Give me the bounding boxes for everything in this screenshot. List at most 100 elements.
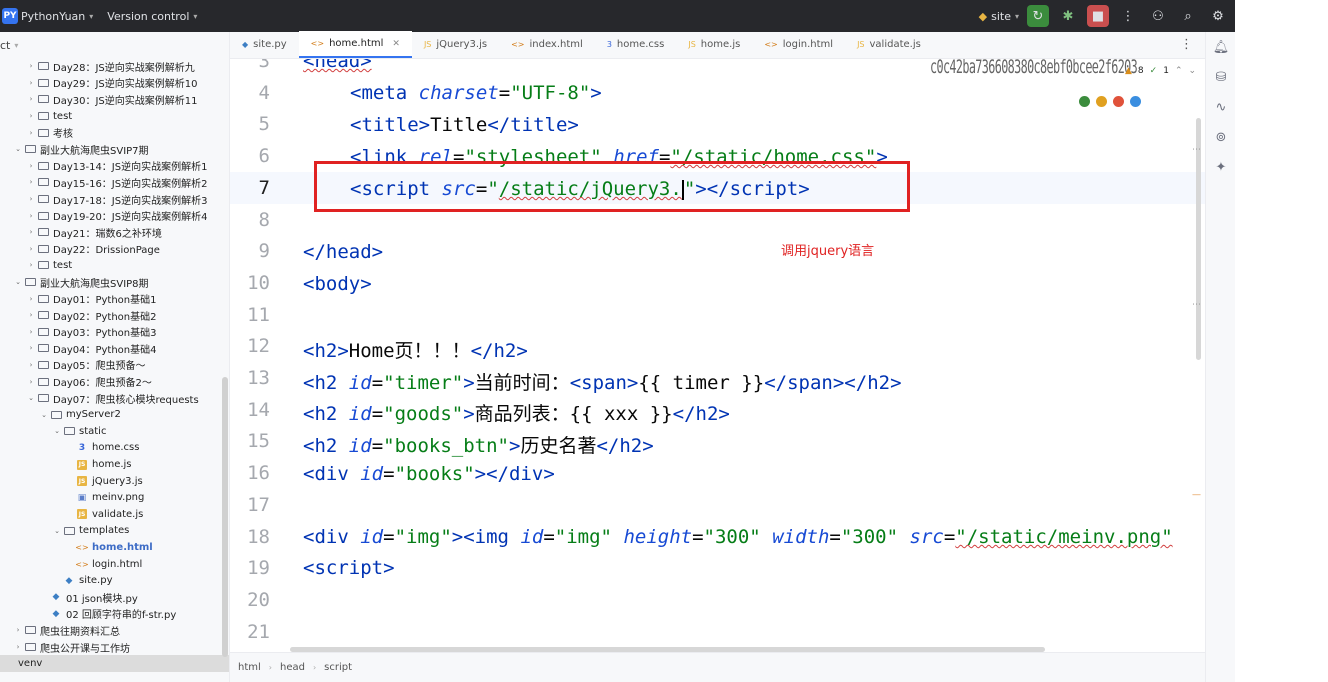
tree-folder[interactable]: ⌄ static [0, 423, 229, 440]
tree-file[interactable]: JS home.js [0, 456, 229, 473]
scientific-icon[interactable]: ∿ [1206, 92, 1236, 122]
tree-folder[interactable]: › Day03：Python基础3 [0, 324, 229, 341]
chevron-right-icon[interactable]: › [13, 626, 23, 634]
chevron-down-icon[interactable]: ⌄ [52, 527, 62, 535]
chevron-right-icon[interactable]: › [13, 643, 23, 651]
tree-folder[interactable]: › test [0, 108, 229, 125]
chrome-icon[interactable] [1096, 96, 1107, 107]
tree-folder[interactable]: ⌄ myServer2 [0, 406, 229, 423]
chevron-up-icon[interactable]: ⌃ [1175, 66, 1183, 76]
code-editor[interactable]: 3 4 5 6 7 8 9 10 11 12 13 14 15 16 17 18 19 20 21 <head> <… [230, 59, 1205, 652]
chevron-right-icon[interactable]: › [26, 178, 36, 186]
chevron-right-icon[interactable]: › [26, 112, 36, 120]
tree-folder[interactable]: › Day06：爬虫预备2～ [0, 373, 229, 390]
firefox-icon[interactable] [1113, 96, 1124, 107]
tree-file[interactable]: <> home.html [0, 539, 229, 556]
tree-file[interactable]: ◆ 02 回顾字符串的f-str.py [0, 606, 229, 623]
tab-index-html[interactable]: <> index.html [499, 31, 595, 58]
tree-file[interactable]: venv [0, 655, 229, 672]
chevron-right-icon[interactable]: › [26, 311, 36, 319]
debug-button[interactable]: ✱ [1057, 5, 1079, 27]
tree-folder[interactable]: › 爬虫公开课与工作坊 [0, 639, 229, 656]
tree-folder[interactable]: › Day15-16：JS逆向实战案例解析2 [0, 174, 229, 191]
tab-login-html[interactable]: <> login.html [752, 31, 845, 58]
tree-folder[interactable]: › Day29：JS逆向实战案例解析10 [0, 75, 229, 92]
tree-file[interactable]: ◆ site.py [0, 572, 229, 589]
tree-file[interactable]: ▣ meinv.png [0, 489, 229, 506]
breadcrumb-item[interactable]: head [280, 662, 305, 673]
notifications-icon[interactable]: 🔔︎ [1206, 32, 1236, 62]
chevron-down-icon[interactable]: ⌄ [26, 394, 36, 402]
project-selector[interactable]: PY PythonYuan ▾ [0, 0, 93, 32]
tree-folder[interactable]: › Day17-18：JS逆向实战案例解析3 [0, 191, 229, 208]
run-config-selector[interactable]: ◆ site ▾ [979, 0, 1019, 32]
tree-folder[interactable]: › Day01：Python基础1 [0, 290, 229, 307]
tabs-more-button[interactable]: ⋮ [1180, 31, 1205, 58]
tree-file[interactable]: <> login.html [0, 556, 229, 573]
tree-folder[interactable]: › Day21：瑞数6之补环境 [0, 224, 229, 241]
chevron-right-icon[interactable]: › [26, 212, 36, 220]
tab-jQuery3-js[interactable]: JS jQuery3.js [412, 31, 499, 58]
chevron-down-icon[interactable]: ⌄ [39, 411, 49, 419]
chevron-down-icon[interactable]: ⌄ [13, 145, 23, 153]
tree-folder[interactable]: ⌄ Day07：爬虫核心模块requests [0, 390, 229, 407]
tree-folder[interactable]: › 爬虫往期资料汇总 [0, 622, 229, 639]
ai-assistant-icon[interactable]: ✦ [1206, 152, 1236, 182]
tab-validate-js[interactable]: JS validate.js [845, 31, 933, 58]
vcs-selector[interactable]: Version control ▾ [107, 0, 197, 32]
project-header[interactable]: ct ▾ [0, 32, 229, 58]
sidebar-scrollbar[interactable] [222, 377, 228, 657]
chevron-right-icon[interactable]: › [26, 295, 36, 303]
chevron-right-icon[interactable]: › [26, 162, 36, 170]
tree-file[interactable]: ◆ 01 json模块.py [0, 589, 229, 606]
edge-icon[interactable] [1130, 96, 1141, 107]
breadcrumb-item[interactable]: html [238, 662, 261, 673]
chevron-right-icon[interactable]: › [26, 361, 36, 369]
rerun-button[interactable]: ↻ [1027, 5, 1049, 27]
chevron-down-icon[interactable]: ⌄ [52, 427, 62, 435]
chevron-down-icon[interactable]: ⌄ [13, 278, 23, 286]
tree-folder[interactable]: › Day30：JS逆向实战案例解析11 [0, 91, 229, 108]
chevron-right-icon[interactable]: › [26, 79, 36, 87]
chevron-down-icon[interactable]: ⌄ [1188, 66, 1196, 76]
chevron-right-icon[interactable]: › [26, 378, 36, 386]
database-icon[interactable]: ⛁ [1206, 62, 1236, 92]
chevron-right-icon[interactable]: › [26, 228, 36, 236]
tree-file[interactable]: JS jQuery3.js [0, 473, 229, 490]
breadcrumb-item[interactable]: script [324, 662, 352, 673]
tree-folder[interactable]: › Day05：爬虫预备～ [0, 357, 229, 374]
stop-button[interactable]: ■ [1087, 5, 1109, 27]
tab-home-js[interactable]: JS home.js [676, 31, 752, 58]
tree-folder[interactable]: › Day28：JS逆向实战案例解析九 [0, 58, 229, 75]
tree-folder[interactable]: ⌄ 副业大航海爬虫SVIP7期 [0, 141, 229, 158]
tree-folder[interactable]: › Day02：Python基础2 [0, 307, 229, 324]
chevron-right-icon[interactable]: › [26, 344, 36, 352]
chevron-right-icon[interactable]: › [26, 328, 36, 336]
tab-home-css[interactable]: 3 home.css [595, 31, 677, 58]
chevron-right-icon[interactable]: › [26, 261, 36, 269]
chevron-right-icon[interactable]: › [26, 245, 36, 253]
chevron-right-icon[interactable]: › [26, 62, 36, 70]
tree-folder[interactable]: › Day04：Python基础4 [0, 340, 229, 357]
settings-button[interactable]: ⚙ [1207, 5, 1229, 27]
tree-file[interactable]: JS validate.js [0, 506, 229, 523]
tab-site-py[interactable]: ◆ site.py [230, 31, 299, 58]
tab-home-html[interactable]: <> home.html ✕ [298, 31, 412, 58]
tree-folder[interactable]: › Day19-20：JS逆向实战案例解析4 [0, 207, 229, 224]
tree-folder[interactable]: › Day22：DrissionPage [0, 241, 229, 258]
tree-folder[interactable]: ⌄ 副业大航海爬虫SVIP8期 [0, 274, 229, 291]
more-actions-button[interactable]: ⋮ [1117, 5, 1139, 27]
search-button[interactable]: ⌕ [1177, 5, 1199, 27]
services-icon[interactable]: ⊚ [1206, 122, 1236, 152]
tree-folder[interactable]: › test [0, 257, 229, 274]
chevron-right-icon[interactable]: › [26, 95, 36, 103]
tree-file[interactable]: 3 home.css [0, 440, 229, 457]
close-icon[interactable]: ✕ [392, 39, 400, 49]
tree-folder[interactable]: ⌄ templates [0, 523, 229, 540]
chevron-right-icon[interactable]: › [26, 195, 36, 203]
inspection-widget[interactable]: ▲ 8 ✓ 1 ⌃ ⌄ [1125, 66, 1196, 76]
pycharm-preview-icon[interactable] [1079, 96, 1090, 107]
chevron-right-icon[interactable]: › [26, 129, 36, 137]
tree-folder[interactable]: › 考核 [0, 124, 229, 141]
add-user-button[interactable]: ⚇ [1147, 5, 1169, 27]
